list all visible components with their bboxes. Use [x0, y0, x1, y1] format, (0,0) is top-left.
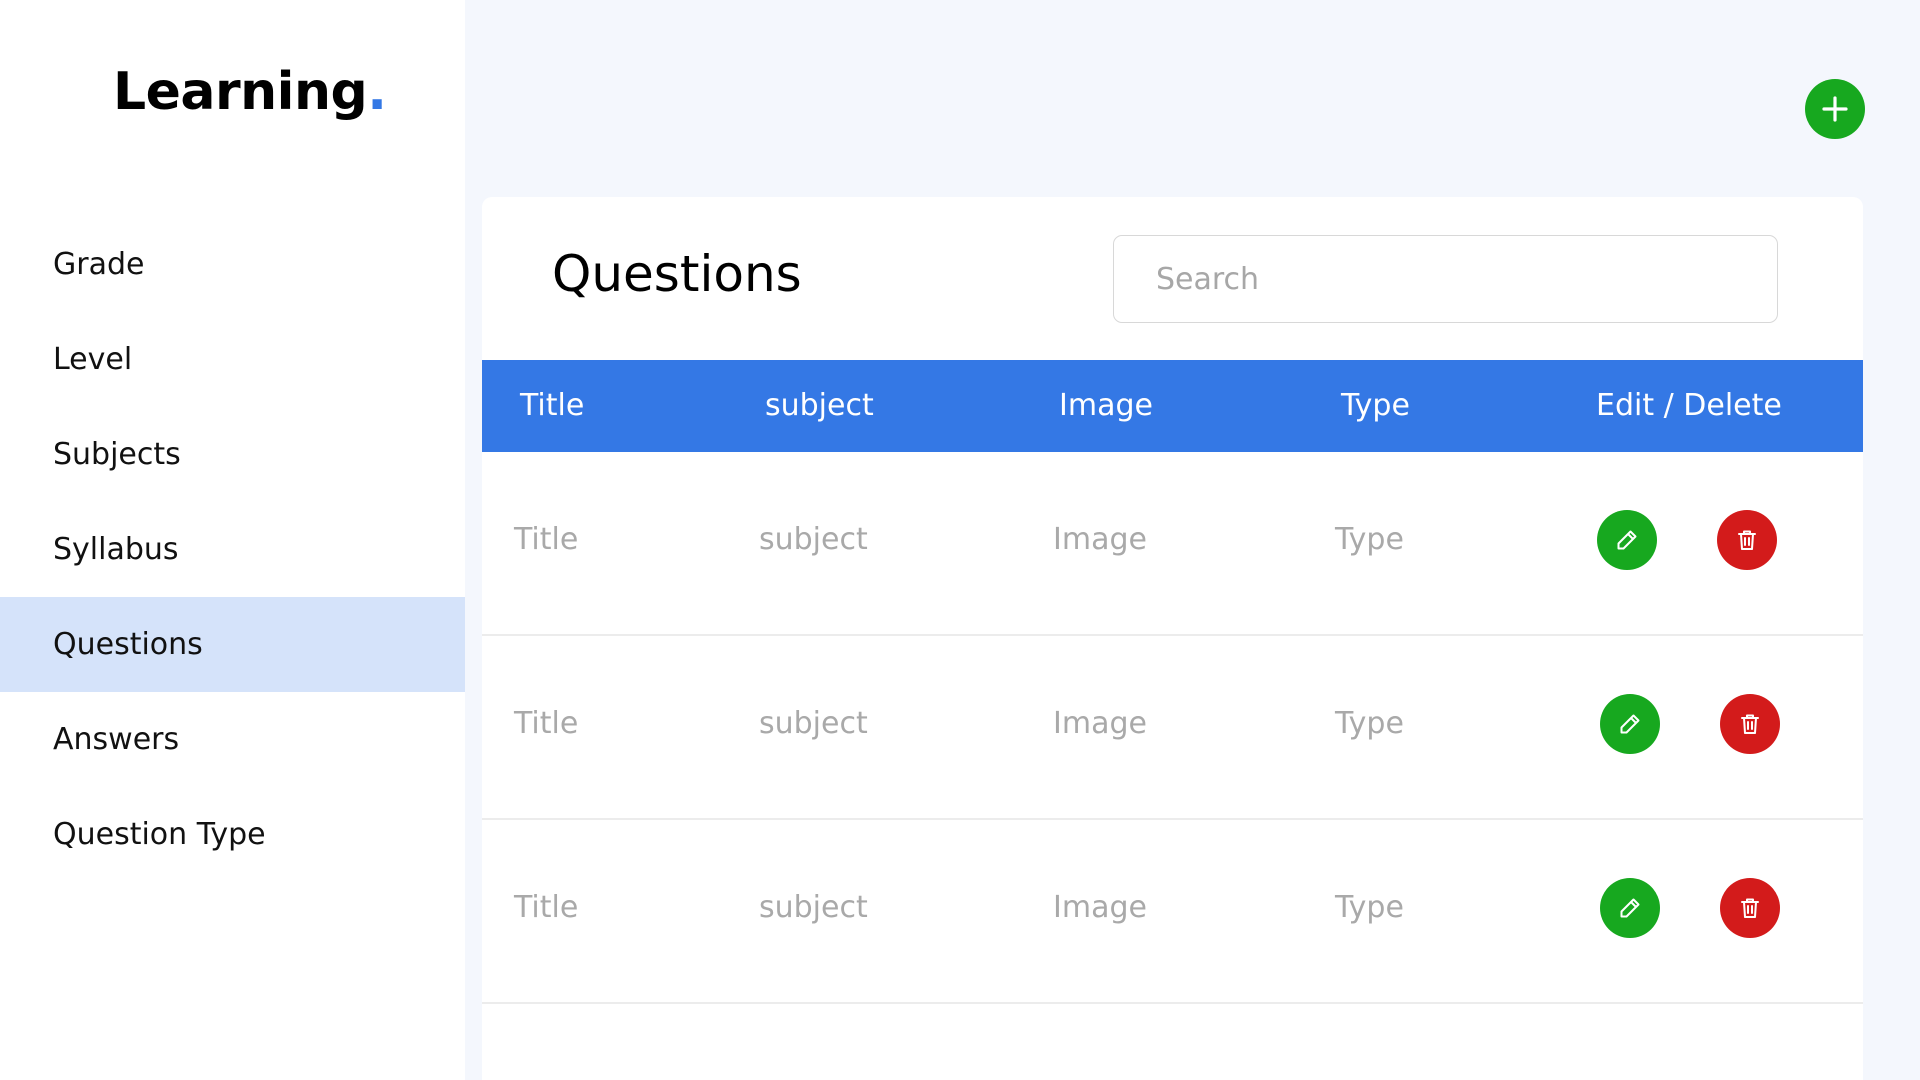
sidebar-item-answers[interactable]: Answers	[0, 692, 465, 787]
sidebar-item-grade[interactable]: Grade	[0, 217, 465, 312]
sidebar-item-label: Level	[53, 342, 133, 377]
sidebar-item-label: Questions	[53, 627, 203, 662]
page-title: Questions	[552, 245, 802, 303]
table-row[interactable]: Title subject Image Type	[482, 452, 1863, 636]
column-header-type[interactable]: Type	[1341, 360, 1410, 452]
column-header-actions: Edit / Delete	[1596, 388, 1782, 423]
brand-name: Learning	[113, 62, 368, 122]
sidebar-item-label: Syllabus	[53, 532, 179, 567]
sidebar: Learning. Grade Level Subjects Syllabus …	[0, 0, 465, 1080]
sidebar-item-question-type[interactable]: Question Type	[0, 787, 465, 882]
cell-subject: subject	[759, 890, 868, 925]
trash-icon	[1738, 712, 1762, 736]
sidebar-item-label: Question Type	[53, 817, 266, 852]
cell-type: Type	[1335, 706, 1404, 741]
delete-button[interactable]	[1720, 878, 1780, 938]
pencil-icon	[1615, 528, 1639, 552]
table-row[interactable]: Title subject Image Type	[482, 636, 1863, 820]
column-header-title[interactable]: Title	[520, 360, 584, 452]
sidebar-item-label: Grade	[53, 247, 145, 282]
edit-button[interactable]	[1600, 694, 1660, 754]
pencil-icon	[1618, 896, 1642, 920]
cell-image: Image	[1053, 706, 1147, 741]
sidebar-item-subjects[interactable]: Subjects	[0, 407, 465, 502]
sidebar-item-questions[interactable]: Questions	[0, 597, 465, 692]
delete-button[interactable]	[1720, 694, 1780, 754]
table-row[interactable]: Title subject Image Type	[482, 820, 1863, 1004]
sidebar-item-label: Subjects	[53, 437, 181, 472]
brand-logo[interactable]: Learning.	[113, 62, 387, 122]
column-header-image[interactable]: Image	[1059, 360, 1153, 452]
cell-title: Title	[514, 890, 579, 925]
sidebar-item-label: Answers	[53, 722, 180, 757]
delete-button[interactable]	[1717, 510, 1777, 570]
search-input[interactable]	[1113, 235, 1778, 323]
cell-type: Type	[1335, 522, 1404, 557]
cell-title: Title	[514, 706, 579, 741]
sidebar-nav: Grade Level Subjects Syllabus Questions …	[0, 217, 465, 882]
brand-dot: .	[367, 62, 387, 122]
edit-button[interactable]	[1597, 510, 1657, 570]
sidebar-item-syllabus[interactable]: Syllabus	[0, 502, 465, 597]
edit-button[interactable]	[1600, 878, 1660, 938]
cell-subject: subject	[759, 522, 868, 557]
pencil-icon	[1618, 712, 1642, 736]
plus-icon	[1821, 95, 1849, 123]
add-question-button[interactable]	[1805, 79, 1865, 139]
column-header-subject[interactable]: subject	[765, 360, 874, 452]
table-body: Title subject Image Type Title subject I…	[482, 452, 1863, 1004]
table-header: Title subject Image Type Edit / Delete	[482, 360, 1863, 452]
cell-type: Type	[1335, 890, 1404, 925]
cell-image: Image	[1053, 890, 1147, 925]
cell-subject: subject	[759, 706, 868, 741]
cell-image: Image	[1053, 522, 1147, 557]
questions-panel: Questions Title subject Image Type Edit …	[482, 197, 1863, 1080]
sidebar-item-level[interactable]: Level	[0, 312, 465, 407]
cell-title: Title	[514, 522, 579, 557]
trash-icon	[1735, 528, 1759, 552]
trash-icon	[1738, 896, 1762, 920]
